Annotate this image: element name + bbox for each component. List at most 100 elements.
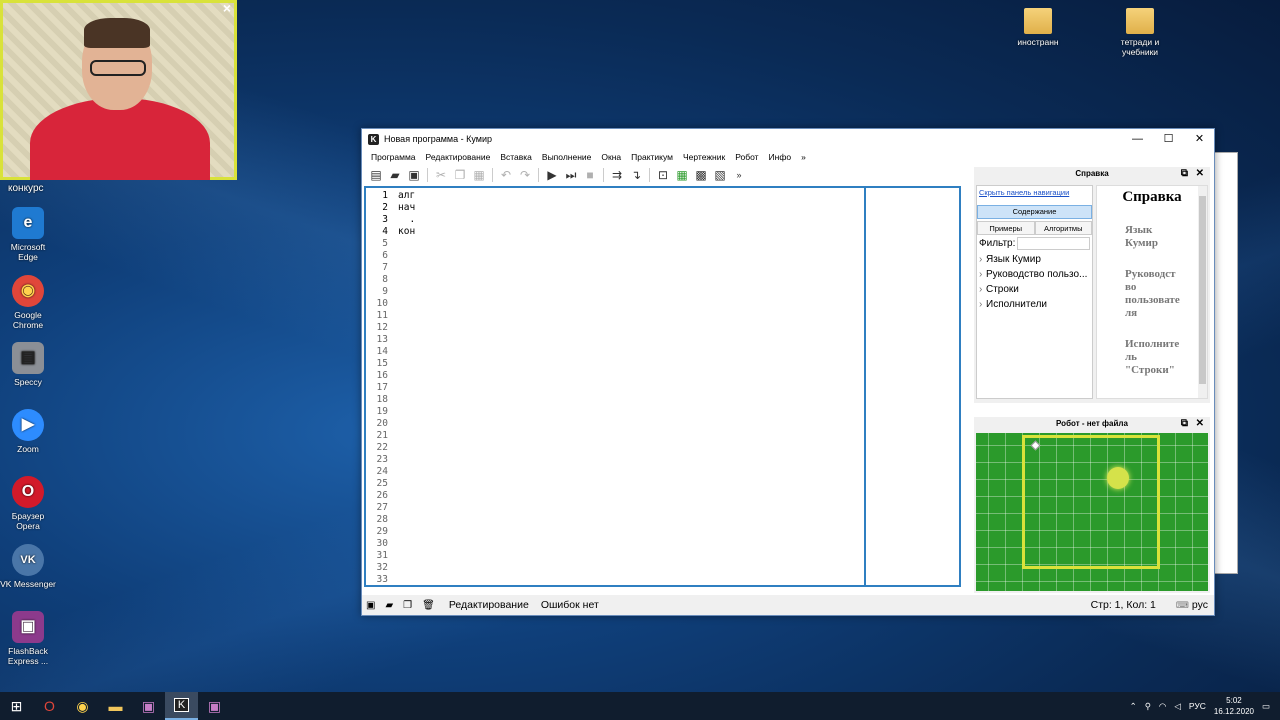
- margin-column: [864, 188, 961, 585]
- folder-icon: [1126, 8, 1154, 34]
- panel-icon[interactable]: ▣: [366, 600, 375, 611]
- line-number: 11: [376, 310, 388, 321]
- desktop-icon-chrome[interactable]: ◉ Google Chrome: [0, 275, 56, 330]
- code-editor[interactable]: 1 2 3 4 5 6 7 8 9 10 11 12 13 14 15 16 17 18 19 20 21 22 23 24 2…: [364, 186, 961, 587]
- tab-contents[interactable]: Содержание: [977, 205, 1092, 219]
- menu-program[interactable]: Программа: [366, 152, 421, 162]
- flashback-icon[interactable]: ▣: [132, 692, 165, 720]
- opera-icon[interactable]: O: [33, 692, 66, 720]
- tab-examples[interactable]: Примеры: [977, 221, 1035, 235]
- robot-panel-header: Робот - нет файла ⧉ ✕: [974, 417, 1210, 431]
- clock-time: 5:02: [1226, 696, 1242, 705]
- trash-icon[interactable]: 🗑: [422, 600, 435, 611]
- menu-more[interactable]: »: [796, 152, 811, 162]
- float-icon[interactable]: ⧉: [1181, 417, 1188, 431]
- desktop-icon-label: Speccy: [14, 377, 42, 387]
- line-number: 13: [376, 334, 388, 345]
- desktop-folder[interactable]: тетради и учебники: [1112, 8, 1168, 57]
- desktop-icon-speccy[interactable]: ▤ Speccy: [0, 342, 56, 387]
- chevron-up-icon[interactable]: ⌃: [1130, 701, 1137, 712]
- desktop-icon-label: конкурс: [8, 183, 44, 194]
- drawer-icon[interactable]: ▧: [712, 167, 728, 183]
- desktop-icon-label: тетради и учебники: [1120, 37, 1160, 57]
- tree-item[interactable]: Руководство пользо...: [977, 267, 1092, 282]
- menu-robot[interactable]: Робот: [730, 152, 763, 162]
- copy-icon[interactable]: ❐: [452, 167, 468, 183]
- notifications-icon[interactable]: ▭: [1262, 701, 1270, 712]
- menu-edit[interactable]: Редактирование: [421, 152, 496, 162]
- undo-icon[interactable]: ↶: [498, 167, 514, 183]
- help-scrollbar[interactable]: [1198, 186, 1207, 398]
- menu-windows[interactable]: Окна: [596, 152, 626, 162]
- tray-language[interactable]: РУС: [1189, 701, 1206, 711]
- toolbar-more[interactable]: »: [731, 167, 747, 183]
- step-over-icon[interactable]: ⇉: [609, 167, 625, 183]
- wifi-icon[interactable]: ◠: [1159, 701, 1166, 712]
- desktop-icon-zoom[interactable]: ▶ Zoom: [0, 409, 56, 454]
- menu-run[interactable]: Выполнение: [537, 152, 596, 162]
- open-folder-icon[interactable]: ▰: [387, 167, 403, 183]
- line-number: 8: [382, 274, 388, 285]
- desktop-icon-label: FlashBack Express ...: [7, 646, 49, 666]
- paste-icon[interactable]: ▦: [471, 167, 487, 183]
- menu-insert[interactable]: Вставка: [495, 152, 537, 162]
- cut-icon[interactable]: ✂: [433, 167, 449, 183]
- robot-field-icon[interactable]: ▦: [674, 167, 690, 183]
- desktop-icon-opera[interactable]: O Браузер Opera: [0, 476, 56, 531]
- robot-field[interactable]: [976, 433, 1208, 591]
- help-content-link[interactable]: Язык Кумир: [1125, 224, 1180, 250]
- line-number: 12: [376, 322, 388, 333]
- copy-icon[interactable]: ❐: [403, 600, 412, 611]
- robot-icon[interactable]: [1107, 467, 1129, 489]
- tree-item[interactable]: Язык Кумир: [977, 252, 1092, 267]
- minimize-button[interactable]: —: [1122, 129, 1153, 149]
- flashback-icon: ▣: [12, 611, 44, 643]
- line-number: 33: [376, 574, 388, 585]
- tree-item[interactable]: Строки: [977, 282, 1092, 297]
- save-icon[interactable]: ▰: [385, 600, 393, 611]
- help-content-link[interactable]: Руководство пользователя: [1125, 268, 1180, 320]
- desktop-icon-edge[interactable]: e Microsoft Edge: [0, 207, 56, 262]
- hide-nav-link[interactable]: Скрыть панель навигации: [977, 186, 1092, 199]
- run-icon[interactable]: ▶: [544, 167, 560, 183]
- menu-info[interactable]: Инфо: [764, 152, 797, 162]
- save-icon[interactable]: ▣: [406, 167, 422, 183]
- tree-item[interactable]: Исполнители: [977, 297, 1092, 312]
- new-file-icon[interactable]: ▤: [368, 167, 384, 183]
- kumir-icon[interactable]: K: [165, 692, 198, 720]
- volume-icon[interactable]: ◁: [1174, 701, 1181, 712]
- filter-input[interactable]: [1017, 237, 1090, 250]
- speccy-icon: ▤: [12, 342, 44, 374]
- line-number: 15: [376, 358, 388, 369]
- step-into-icon[interactable]: ↴: [628, 167, 644, 183]
- flashback-recorder-icon[interactable]: ▣: [198, 692, 231, 720]
- help-content-link[interactable]: Исполнитель "Строки": [1125, 338, 1180, 377]
- grid-icon[interactable]: ▩: [693, 167, 709, 183]
- terminal-icon[interactable]: ⊡: [655, 167, 671, 183]
- run-step-icon[interactable]: ⏭: [563, 167, 579, 183]
- close-icon[interactable]: ✕: [1196, 167, 1204, 181]
- desktop-icon-flashback[interactable]: ▣ FlashBack Express ...: [0, 611, 56, 666]
- background-window[interactable]: [1214, 152, 1238, 574]
- close-button[interactable]: ✕: [1184, 129, 1215, 149]
- line-number: 10: [376, 298, 388, 309]
- close-icon[interactable]: ✕: [1196, 417, 1204, 431]
- close-icon[interactable]: ×: [220, 1, 234, 15]
- menu-drawer[interactable]: Чертежник: [678, 152, 730, 162]
- network-icon[interactable]: ⚲: [1145, 701, 1151, 712]
- float-icon[interactable]: ⧉: [1181, 167, 1188, 181]
- input-language[interactable]: рус: [1192, 599, 1208, 611]
- redo-icon[interactable]: ↷: [517, 167, 533, 183]
- explorer-icon[interactable]: ▬: [99, 692, 132, 720]
- menu-practicum[interactable]: Практикум: [626, 152, 678, 162]
- tab-algorithms[interactable]: Алгоритмы: [1034, 221, 1092, 235]
- help-content: Справка Язык Кумир Руководство пользоват…: [1096, 185, 1208, 399]
- maximize-button[interactable]: ☐: [1153, 129, 1184, 149]
- clock[interactable]: 5:02 16.12.2020: [1214, 695, 1254, 717]
- chrome-icon[interactable]: ◉: [66, 692, 99, 720]
- start-button[interactable]: ⊞: [0, 692, 33, 720]
- desktop-folder[interactable]: иностранн: [1010, 8, 1066, 47]
- stop-icon[interactable]: ■: [582, 167, 598, 183]
- line-number: 23: [376, 454, 388, 465]
- desktop-icon-vk[interactable]: VK VK Messenger: [0, 544, 56, 589]
